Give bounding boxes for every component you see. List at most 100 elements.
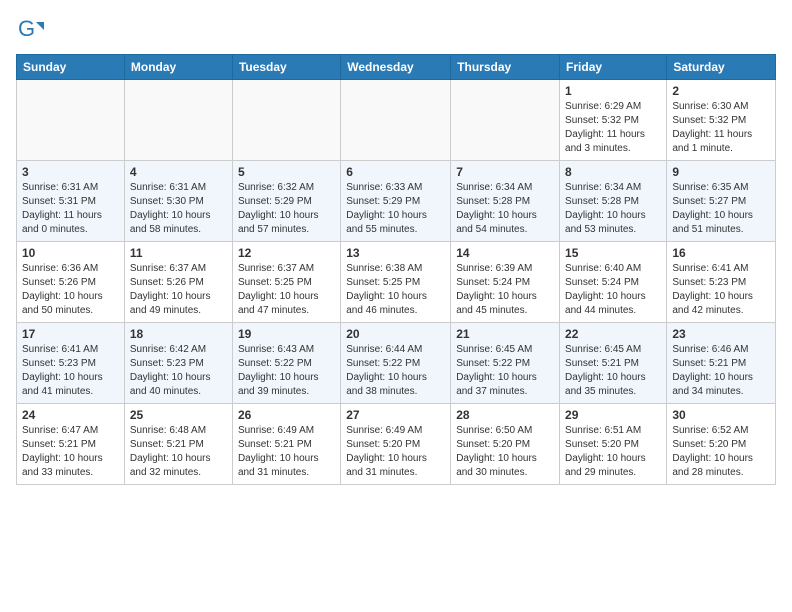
calendar-day-cell: 14 Sunrise: 6:39 AMSunset: 5:24 PMDayligh… <box>451 242 560 323</box>
day-number: 19 <box>238 327 335 341</box>
day-info: Sunrise: 6:31 AMSunset: 5:30 PMDaylight:… <box>130 181 227 237</box>
day-info: Sunrise: 6:35 AMSunset: 5:27 PMDaylight:… <box>672 181 770 237</box>
day-info: Sunrise: 6:33 AMSunset: 5:29 PMDaylight:… <box>346 181 445 237</box>
calendar-day-cell: 18 Sunrise: 6:42 AMSunset: 5:23 PMDayligh… <box>124 323 232 404</box>
day-info: Sunrise: 6:37 AMSunset: 5:26 PMDaylight:… <box>130 262 227 318</box>
day-number: 21 <box>456 327 554 341</box>
calendar-day-cell: 10 Sunrise: 6:36 AMSunset: 5:26 PMDayligh… <box>17 242 125 323</box>
day-info: Sunrise: 6:39 AMSunset: 5:24 PMDaylight:… <box>456 262 554 318</box>
calendar-day-cell: 25 Sunrise: 6:48 AMSunset: 5:21 PMDayligh… <box>124 404 232 485</box>
day-info: Sunrise: 6:36 AMSunset: 5:26 PMDaylight:… <box>22 262 119 318</box>
calendar-day-cell: 22 Sunrise: 6:45 AMSunset: 5:21 PMDayligh… <box>560 323 667 404</box>
calendar-week-row: 17 Sunrise: 6:41 AMSunset: 5:23 PMDayligh… <box>17 323 776 404</box>
day-number: 30 <box>672 408 770 422</box>
day-of-week-header: Sunday <box>17 55 125 80</box>
svg-text:G: G <box>18 16 35 41</box>
page-header: G <box>16 16 776 44</box>
day-number: 7 <box>456 165 554 179</box>
calendar-header-row: SundayMondayTuesdayWednesdayThursdayFrid… <box>17 55 776 80</box>
day-number: 9 <box>672 165 770 179</box>
day-info: Sunrise: 6:48 AMSunset: 5:21 PMDaylight:… <box>130 424 227 480</box>
day-number: 12 <box>238 246 335 260</box>
day-of-week-header: Tuesday <box>232 55 340 80</box>
day-number: 1 <box>565 84 661 98</box>
day-number: 28 <box>456 408 554 422</box>
day-number: 27 <box>346 408 445 422</box>
day-info: Sunrise: 6:42 AMSunset: 5:23 PMDaylight:… <box>130 343 227 399</box>
day-info: Sunrise: 6:52 AMSunset: 5:20 PMDaylight:… <box>672 424 770 480</box>
calendar-table: SundayMondayTuesdayWednesdayThursdayFrid… <box>16 54 776 485</box>
calendar-day-cell: 24Sunrise: 6:47 AMSunset: 5:21 PMDayligh… <box>17 404 125 485</box>
logo-icon: G <box>16 16 44 44</box>
calendar-day-cell: 17 Sunrise: 6:41 AMSunset: 5:23 PMDayligh… <box>17 323 125 404</box>
day-number: 13 <box>346 246 445 260</box>
calendar-day-cell <box>17 80 125 161</box>
day-number: 22 <box>565 327 661 341</box>
day-info: Sunrise: 6:43 AMSunset: 5:22 PMDaylight:… <box>238 343 335 399</box>
calendar-day-cell: 30 Sunrise: 6:52 AMSunset: 5:20 PMDayligh… <box>667 404 776 485</box>
day-number: 8 <box>565 165 661 179</box>
day-info: Sunrise: 6:40 AMSunset: 5:24 PMDaylight:… <box>565 262 661 318</box>
day-info: Sunrise: 6:38 AMSunset: 5:25 PMDaylight:… <box>346 262 445 318</box>
calendar-day-cell: 16 Sunrise: 6:41 AMSunset: 5:23 PMDayligh… <box>667 242 776 323</box>
calendar-day-cell: 5 Sunrise: 6:32 AMSunset: 5:29 PMDaylight… <box>232 161 340 242</box>
day-number: 24 <box>22 408 119 422</box>
day-info: Sunrise: 6:34 AMSunset: 5:28 PMDaylight:… <box>456 181 554 237</box>
calendar-day-cell: 3Sunrise: 6:31 AMSunset: 5:31 PMDaylight… <box>17 161 125 242</box>
day-info: Sunrise: 6:51 AMSunset: 5:20 PMDaylight:… <box>565 424 661 480</box>
day-info: Sunrise: 6:37 AMSunset: 5:25 PMDaylight:… <box>238 262 335 318</box>
calendar-day-cell: 20 Sunrise: 6:44 AMSunset: 5:22 PMDayligh… <box>341 323 451 404</box>
day-number: 17 <box>22 327 119 341</box>
day-number: 18 <box>130 327 227 341</box>
calendar-day-cell: 9 Sunrise: 6:35 AMSunset: 5:27 PMDaylight… <box>667 161 776 242</box>
calendar-day-cell: 4 Sunrise: 6:31 AMSunset: 5:30 PMDaylight… <box>124 161 232 242</box>
calendar-day-cell <box>232 80 340 161</box>
calendar-day-cell: 7 Sunrise: 6:34 AMSunset: 5:28 PMDaylight… <box>451 161 560 242</box>
day-of-week-header: Friday <box>560 55 667 80</box>
day-number: 5 <box>238 165 335 179</box>
day-info: Sunrise: 6:30 AMSunset: 5:32 PMDaylight:… <box>672 100 770 156</box>
day-number: 10 <box>22 246 119 260</box>
calendar-day-cell: 13 Sunrise: 6:38 AMSunset: 5:25 PMDayligh… <box>341 242 451 323</box>
day-info: Sunrise: 6:29 AMSunset: 5:32 PMDaylight:… <box>565 100 661 156</box>
calendar-week-row: 3Sunrise: 6:31 AMSunset: 5:31 PMDaylight… <box>17 161 776 242</box>
calendar-day-cell: 2Sunrise: 6:30 AMSunset: 5:32 PMDaylight… <box>667 80 776 161</box>
day-info: Sunrise: 6:50 AMSunset: 5:20 PMDaylight:… <box>456 424 554 480</box>
day-of-week-header: Monday <box>124 55 232 80</box>
calendar-day-cell: 15Sunrise: 6:40 AMSunset: 5:24 PMDayligh… <box>560 242 667 323</box>
calendar-day-cell: 1 Sunrise: 6:29 AMSunset: 5:32 PMDaylight… <box>560 80 667 161</box>
day-number: 23 <box>672 327 770 341</box>
calendar-week-row: 1 Sunrise: 6:29 AMSunset: 5:32 PMDaylight… <box>17 80 776 161</box>
day-number: 20 <box>346 327 445 341</box>
logo: G <box>16 16 48 44</box>
day-number: 4 <box>130 165 227 179</box>
day-of-week-header: Thursday <box>451 55 560 80</box>
calendar-day-cell: 11 Sunrise: 6:37 AMSunset: 5:26 PMDayligh… <box>124 242 232 323</box>
day-number: 16 <box>672 246 770 260</box>
calendar-day-cell <box>341 80 451 161</box>
day-number: 14 <box>456 246 554 260</box>
day-info: Sunrise: 6:34 AMSunset: 5:28 PMDaylight:… <box>565 181 661 237</box>
day-info: Sunrise: 6:32 AMSunset: 5:29 PMDaylight:… <box>238 181 335 237</box>
calendar-day-cell: 19 Sunrise: 6:43 AMSunset: 5:22 PMDayligh… <box>232 323 340 404</box>
calendar-day-cell: 28 Sunrise: 6:50 AMSunset: 5:20 PMDayligh… <box>451 404 560 485</box>
day-info: Sunrise: 6:49 AMSunset: 5:21 PMDaylight:… <box>238 424 335 480</box>
day-of-week-header: Saturday <box>667 55 776 80</box>
day-info: Sunrise: 6:45 AMSunset: 5:21 PMDaylight:… <box>565 343 661 399</box>
day-number: 29 <box>565 408 661 422</box>
calendar-day-cell: 23Sunrise: 6:46 AMSunset: 5:21 PMDayligh… <box>667 323 776 404</box>
day-info: Sunrise: 6:31 AMSunset: 5:31 PMDaylight:… <box>22 181 119 237</box>
calendar-day-cell <box>451 80 560 161</box>
day-number: 11 <box>130 246 227 260</box>
day-number: 26 <box>238 408 335 422</box>
day-info: Sunrise: 6:41 AMSunset: 5:23 PMDaylight:… <box>672 262 770 318</box>
day-info: Sunrise: 6:44 AMSunset: 5:22 PMDaylight:… <box>346 343 445 399</box>
day-info: Sunrise: 6:41 AMSunset: 5:23 PMDaylight:… <box>22 343 119 399</box>
calendar-day-cell: 29 Sunrise: 6:51 AMSunset: 5:20 PMDayligh… <box>560 404 667 485</box>
calendar-day-cell: 26 Sunrise: 6:49 AMSunset: 5:21 PMDayligh… <box>232 404 340 485</box>
calendar-day-cell: 8 Sunrise: 6:34 AMSunset: 5:28 PMDaylight… <box>560 161 667 242</box>
day-number: 25 <box>130 408 227 422</box>
calendar-week-row: 24Sunrise: 6:47 AMSunset: 5:21 PMDayligh… <box>17 404 776 485</box>
day-of-week-header: Wednesday <box>341 55 451 80</box>
calendar-day-cell: 12 Sunrise: 6:37 AMSunset: 5:25 PMDayligh… <box>232 242 340 323</box>
